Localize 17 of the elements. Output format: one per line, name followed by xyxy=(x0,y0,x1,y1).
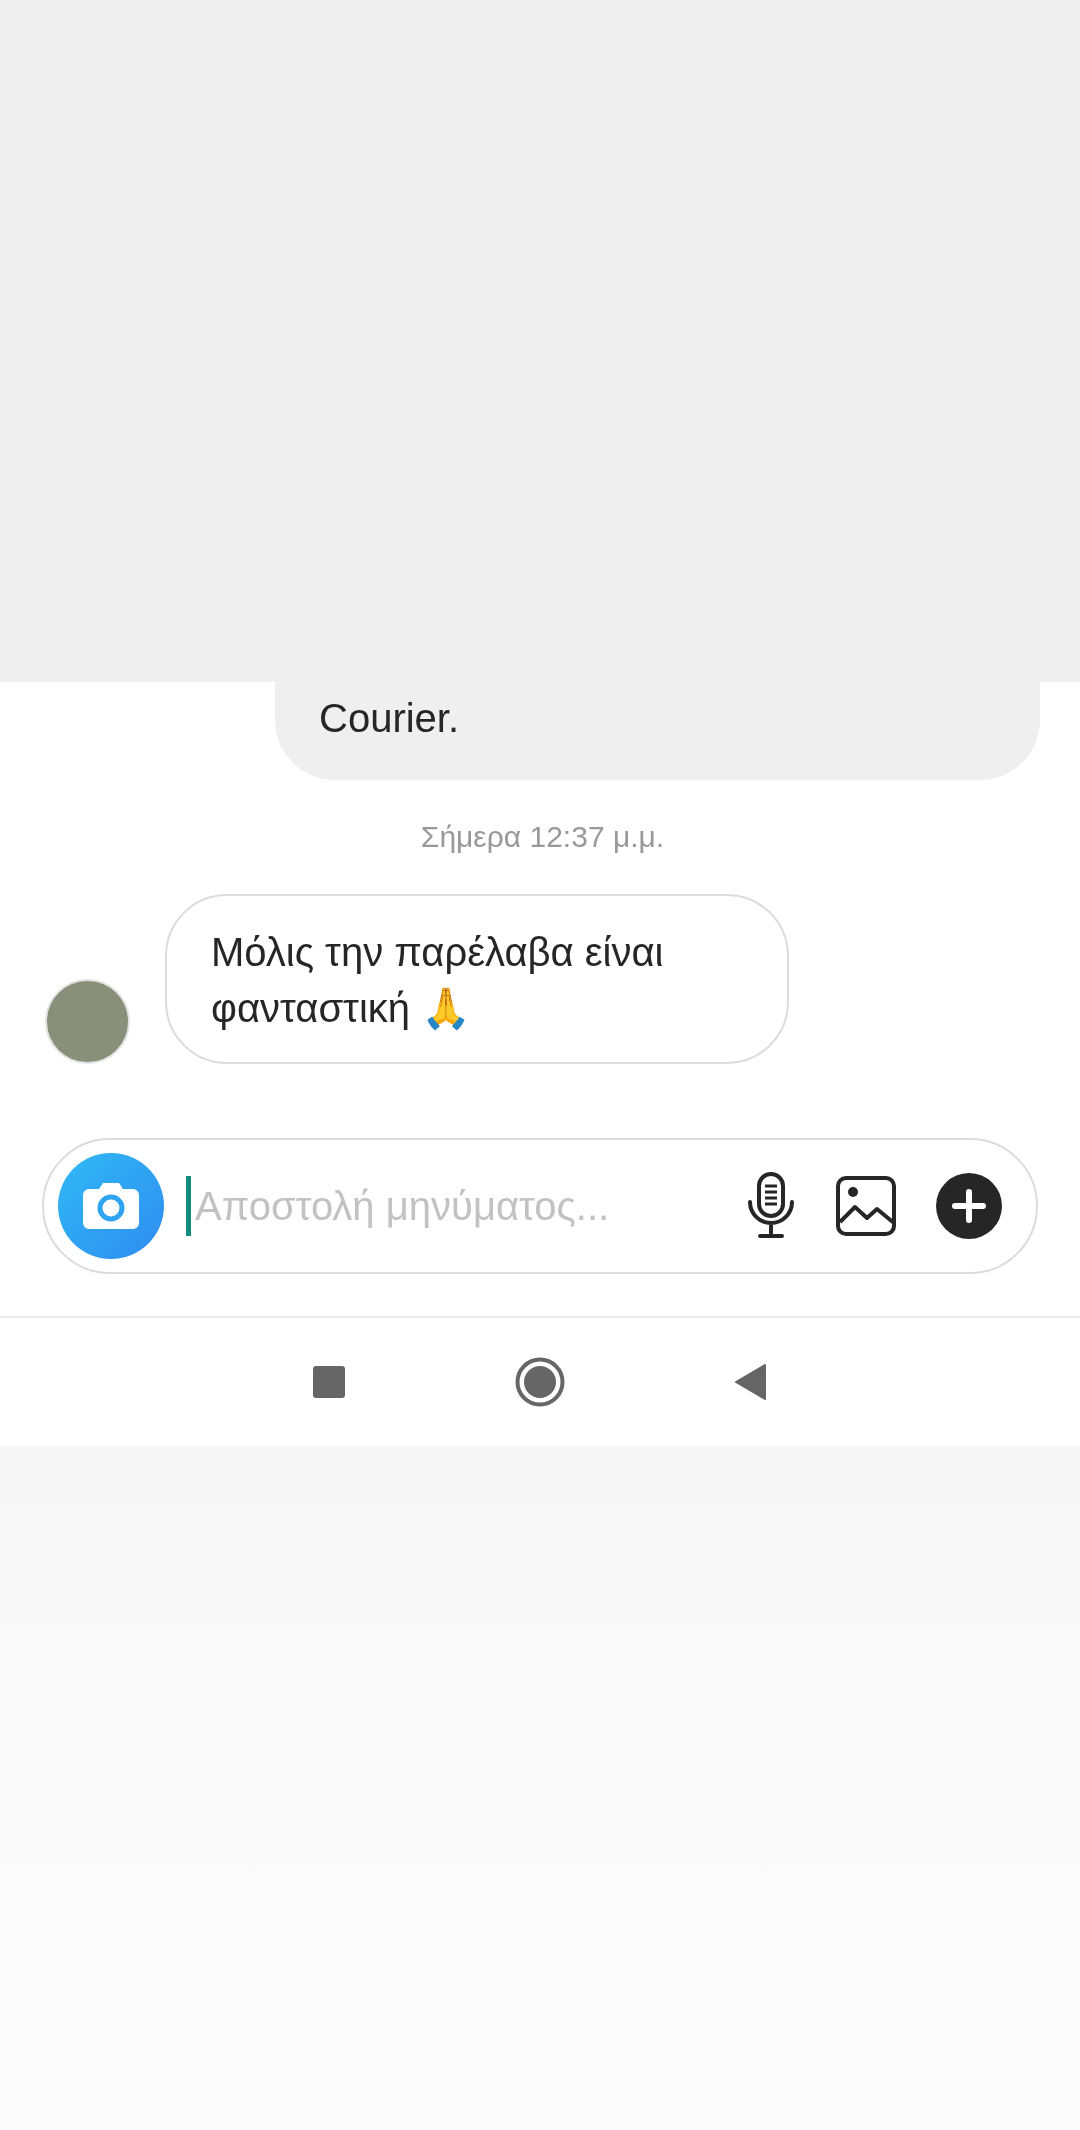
back-icon xyxy=(735,1364,767,1400)
message-input[interactable]: Αποστολή μηνύματος... xyxy=(186,1176,706,1236)
home-button[interactable] xyxy=(515,1357,565,1407)
plus-icon xyxy=(936,1173,1002,1239)
message-bubble: Courier. xyxy=(275,682,1040,780)
camera-icon xyxy=(83,1183,139,1229)
gallery-button[interactable] xyxy=(836,1176,896,1236)
back-button[interactable] xyxy=(735,1364,767,1400)
square-icon xyxy=(313,1366,345,1398)
microphone-icon xyxy=(746,1172,796,1240)
microphone-button[interactable] xyxy=(746,1172,796,1240)
message-bubble: Μόλις την παρέλαβα είναι φανταστική 🙏 xyxy=(165,894,789,1064)
timestamp: Σήμερα 12:37 μ.μ. xyxy=(419,820,666,854)
camera-button[interactable] xyxy=(58,1153,164,1259)
image-icon xyxy=(836,1176,896,1236)
home-icon xyxy=(515,1357,565,1407)
add-button[interactable] xyxy=(936,1173,1002,1239)
